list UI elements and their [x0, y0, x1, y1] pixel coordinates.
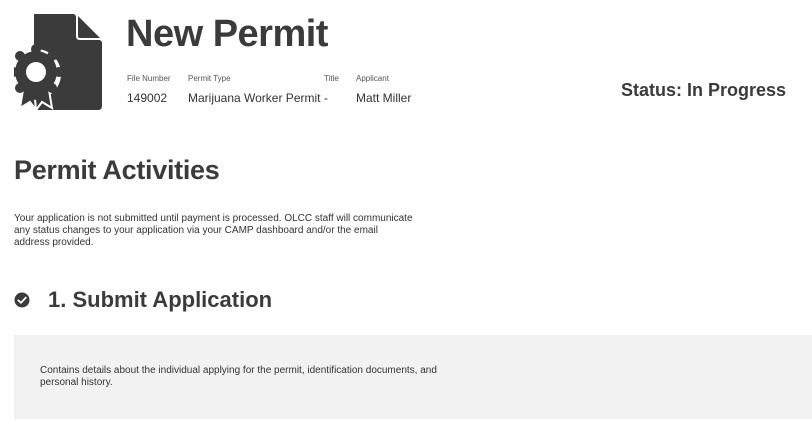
title-value: - — [324, 91, 328, 105]
step-title: 1. Submit Application — [48, 287, 273, 312]
page-title: New Permit — [126, 13, 328, 55]
file-number-field: File Number 149002 — [127, 74, 171, 106]
intro-text: Your application is not submitted until … — [14, 213, 413, 248]
step-heading[interactable]: 1. Submit Application — [14, 287, 272, 313]
permit-page: New Permit File Number 149002 Permit Typ… — [0, 0, 812, 421]
permit-type-value: Marijuana Worker Permit — [188, 91, 321, 105]
title-field: Title - — [324, 74, 339, 106]
permit-type-field: Permit Type Marijuana Worker Permit — [188, 74, 321, 106]
status-badge: Status: In Progress — [621, 80, 787, 100]
title-label: Title — [324, 74, 339, 83]
applicant-label: Applicant — [356, 74, 389, 83]
applicant-value: Matt Miller — [356, 91, 412, 105]
permit-type-label: Permit Type — [188, 74, 231, 83]
file-number-label: File Number — [127, 74, 171, 83]
check-circle-icon — [14, 292, 30, 308]
applicant-field: Applicant Matt Miller — [356, 74, 412, 106]
step-description: Contains details about the individual ap… — [40, 365, 437, 388]
section-title: Permit Activities — [14, 155, 220, 185]
step-panel: Contains details about the individual ap… — [14, 335, 812, 419]
file-number-value: 149002 — [127, 91, 168, 105]
permit-document-award-icon — [14, 14, 102, 110]
